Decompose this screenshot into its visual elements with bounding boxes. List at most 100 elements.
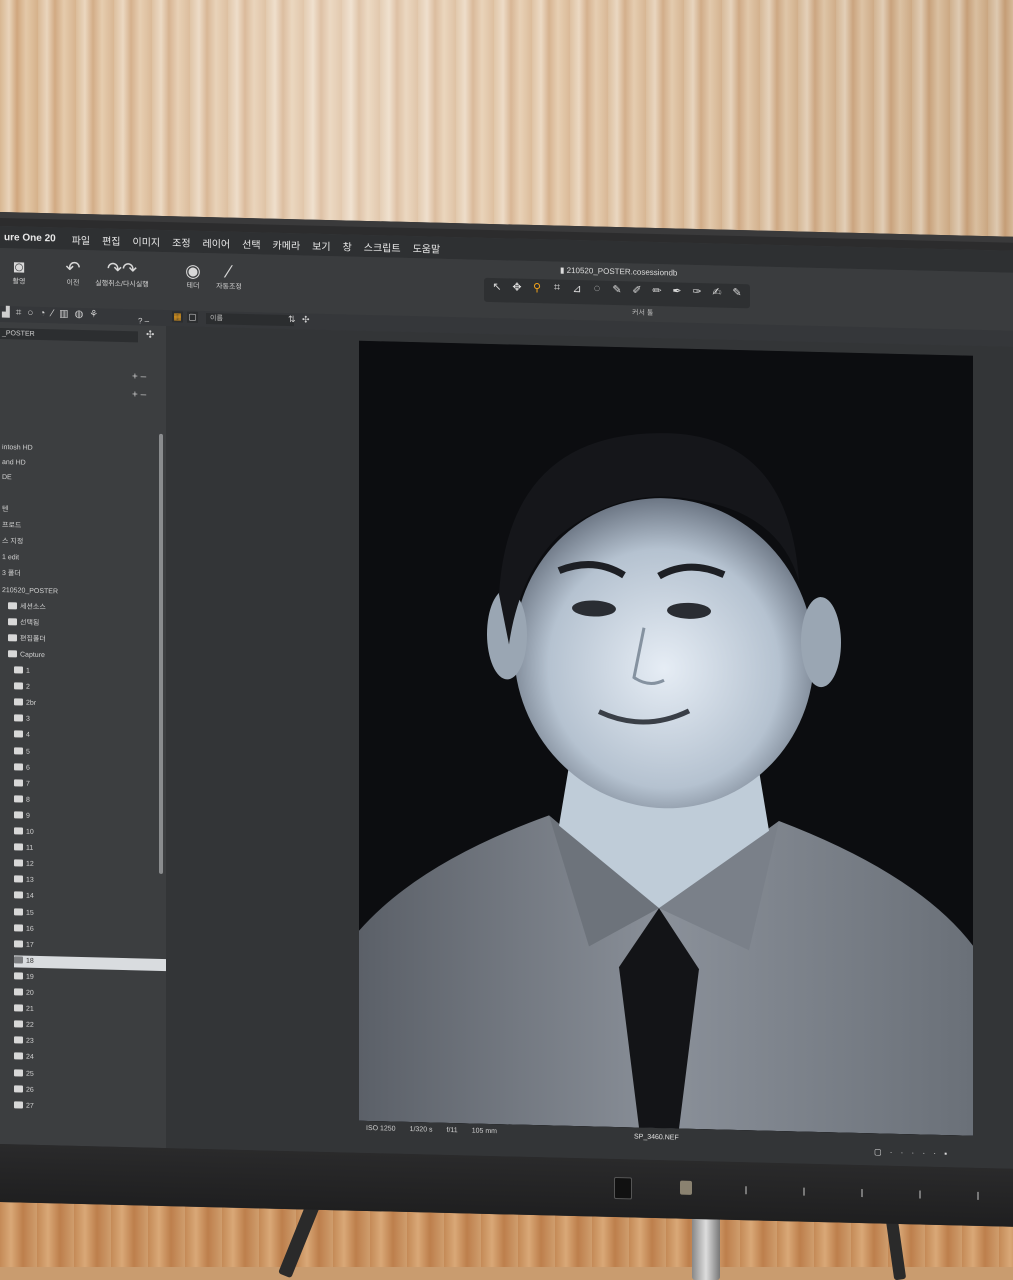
menu-edit[interactable]: 편집 — [102, 232, 120, 247]
app-menu[interactable]: ure One 20 — [4, 232, 56, 244]
menu-adjust[interactable]: 조정 — [172, 234, 190, 249]
picker-icon[interactable]: ✑ — [690, 285, 704, 305]
folder-item[interactable]: 2 — [14, 681, 30, 693]
brush-icon[interactable]: ✐ — [630, 283, 644, 303]
lens-tab-icon[interactable]: ○ — [27, 308, 33, 319]
sort-direction-icon[interactable]: ⇅ — [288, 314, 296, 325]
library-item[interactable]: 3 폴더 — [2, 568, 21, 580]
folder-item[interactable]: Capture — [8, 649, 45, 662]
help-icon[interactable]: ? – — [138, 316, 149, 325]
menu-scripts[interactable]: 스크립트 — [364, 238, 401, 254]
add-favorite-icon[interactable]: + – — [132, 389, 146, 400]
folder-item[interactable]: 편집폴더 — [8, 633, 46, 646]
single-view-icon[interactable]: ▢ — [187, 311, 198, 323]
capture-button[interactable]: ◙ 촬영 — [0, 256, 42, 287]
bezel-control[interactable] — [803, 1187, 805, 1196]
menu-window[interactable]: 창 — [343, 238, 352, 253]
bezel-control[interactable] — [919, 1190, 921, 1199]
folder-item[interactable]: 19 — [14, 971, 34, 983]
add-session-icon[interactable]: ✣ — [146, 330, 154, 341]
folder-item[interactable]: 24 — [14, 1052, 34, 1064]
add-album-icon[interactable]: + – — [132, 371, 146, 382]
add-icon[interactable]: ✣ — [302, 314, 310, 325]
power-button[interactable] — [614, 1177, 632, 1200]
select-cursor-icon[interactable]: ↖ — [490, 280, 504, 300]
library-item[interactable]: 텐 — [2, 504, 8, 516]
folder-item[interactable]: 세션소스 — [8, 601, 46, 614]
menu-view[interactable]: 보기 — [312, 237, 330, 252]
library-item[interactable]: 1 edit — [2, 552, 19, 564]
folder-item[interactable]: 12 — [14, 859, 34, 871]
folder-item[interactable]: 17 — [14, 939, 34, 951]
folder-item[interactable]: 7 — [14, 778, 30, 790]
redo-button[interactable]: ↷↷ 실행취소/다시실행 — [92, 258, 152, 289]
crop-icon[interactable]: ⌗ — [550, 281, 564, 301]
heal-icon[interactable]: ✍ — [710, 285, 724, 305]
menu-image[interactable]: 이미지 — [133, 233, 161, 249]
session-select[interactable]: _POSTER — [0, 328, 138, 343]
folder-item[interactable]: 13 — [14, 875, 34, 887]
menu-select[interactable]: 선택 — [242, 235, 260, 250]
menu-help[interactable]: 도움말 — [413, 240, 441, 256]
osd-button[interactable] — [680, 1180, 692, 1195]
menu-file[interactable]: 파일 — [72, 231, 90, 246]
zoom-icon[interactable]: ⚲ — [530, 281, 544, 301]
folder-item[interactable]: 8 — [14, 794, 30, 806]
folder-item[interactable]: 1 — [14, 665, 30, 677]
library-scrollbar[interactable] — [159, 433, 163, 874]
folder-item[interactable]: 18 — [14, 955, 172, 972]
gradient-icon[interactable]: ✒ — [670, 284, 684, 304]
keystone-icon[interactable]: ⊿ — [570, 282, 584, 302]
library-item[interactable]: 스 지정 — [2, 536, 23, 549]
cursor-tools-label: 커서 툴 — [632, 309, 654, 317]
capture-tab-icon[interactable]: ⌗ — [16, 307, 22, 318]
folder-item[interactable]: 선택됨 — [8, 617, 39, 630]
eraser-icon[interactable]: ✏ — [650, 284, 664, 304]
folder-item[interactable]: 9 — [14, 810, 30, 822]
annotate-icon[interactable]: ✎ — [610, 283, 624, 303]
folder-item[interactable]: 5 — [14, 746, 30, 758]
folder-item[interactable]: 25 — [14, 1068, 34, 1080]
folder-item[interactable]: 10 — [14, 826, 34, 838]
library-item[interactable]: and HD — [2, 457, 26, 470]
bezel-control[interactable] — [745, 1186, 747, 1195]
spot-removal-icon[interactable]: ◌ — [590, 282, 604, 302]
clone-icon[interactable]: ✎ — [730, 286, 744, 306]
auto-adjust-button[interactable]: ⁄ 자동조정 — [206, 261, 252, 292]
details-tab-icon[interactable]: ▥ — [59, 308, 68, 319]
folder-item[interactable]: 4 — [14, 730, 30, 742]
undo-button[interactable]: ↶ 이전 — [50, 257, 96, 288]
library-tab-icon[interactable]: ▟ — [2, 307, 10, 318]
row-label: 7 — [26, 780, 30, 788]
folder-item[interactable]: 20 — [14, 987, 34, 999]
output-tab-icon[interactable]: ⚘ — [89, 309, 98, 320]
folder-item[interactable]: 3 — [14, 714, 30, 726]
folder-item[interactable]: 27 — [14, 1100, 34, 1112]
bezel-control[interactable] — [977, 1191, 979, 1200]
pan-icon[interactable]: ✥ — [510, 280, 524, 300]
bezel-control[interactable] — [861, 1189, 863, 1198]
grid-view-icon[interactable]: ▦ — [172, 311, 183, 323]
folder-item[interactable]: 22 — [14, 1020, 34, 1032]
folder-item[interactable]: 26 — [14, 1084, 34, 1096]
menu-camera[interactable]: 카메라 — [273, 236, 301, 252]
viewer-navigation[interactable]: ▢ · · · · · ▪ — [874, 1147, 950, 1158]
folder-item[interactable]: 15 — [14, 907, 34, 919]
sort-select[interactable]: 이름 — [206, 313, 294, 327]
library-item[interactable]: intosh HD — [2, 442, 33, 455]
folder-item[interactable]: 6 — [14, 762, 30, 774]
library-item[interactable]: DE — [2, 472, 12, 484]
row-label: 20 — [26, 989, 34, 997]
folder-item[interactable]: 14 — [14, 891, 34, 903]
library-item[interactable]: 210520_POSTER — [2, 585, 58, 598]
color-tab-icon[interactable]: ◔ — [39, 308, 45, 319]
folder-item[interactable]: 2br — [14, 698, 36, 711]
menu-layer[interactable]: 레이어 — [203, 234, 231, 250]
folder-item[interactable]: 11 — [14, 842, 33, 854]
folder-item[interactable]: 21 — [14, 1003, 34, 1015]
adjust-tab-icon[interactable]: ◍ — [75, 309, 84, 320]
folder-item[interactable]: 16 — [14, 923, 34, 935]
exposure-tab-icon[interactable]: ⁄ — [51, 308, 53, 319]
library-item[interactable]: 프로드 — [2, 520, 21, 532]
folder-item[interactable]: 23 — [14, 1036, 34, 1048]
